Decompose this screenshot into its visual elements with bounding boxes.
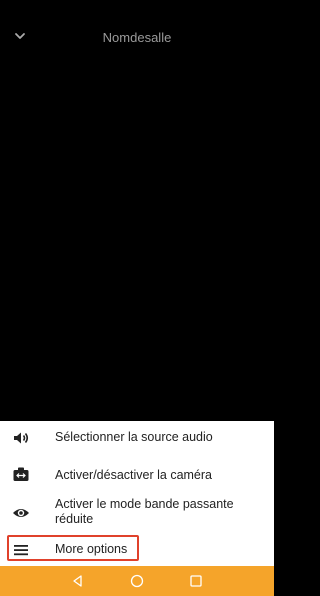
- menu-item-audio-source[interactable]: Sélectionner la source audio: [0, 421, 274, 455]
- menu-item-more-options[interactable]: More options: [0, 536, 274, 564]
- speaker-icon: [14, 432, 29, 444]
- room-title: Nomdesalle: [102, 30, 172, 45]
- camera-switch-icon: [13, 467, 29, 481]
- eye-icon: [13, 509, 29, 517]
- menu-item-label: Activer/désactiver la caméra: [55, 468, 213, 482]
- system-nav-bar: [0, 566, 274, 596]
- back-icon[interactable]: [70, 573, 86, 589]
- home-icon[interactable]: [129, 573, 145, 589]
- menu-item-label: More options: [55, 542, 128, 556]
- menu-icon: [14, 545, 28, 556]
- menu-item-toggle-camera[interactable]: Activer/désactiver la caméra: [0, 457, 274, 491]
- menu-item-label: Activer le mode bande passante réduite: [55, 497, 234, 526]
- options-sheet: Sélectionner la source audio Activer/dés…: [0, 421, 274, 566]
- header: Nomdesalle: [0, 0, 274, 76]
- recents-icon[interactable]: [188, 573, 204, 589]
- menu-item-label: Sélectionner la source audio: [55, 430, 213, 444]
- menu-item-low-bandwidth[interactable]: Activer le mode bande passante réduite: [0, 495, 274, 533]
